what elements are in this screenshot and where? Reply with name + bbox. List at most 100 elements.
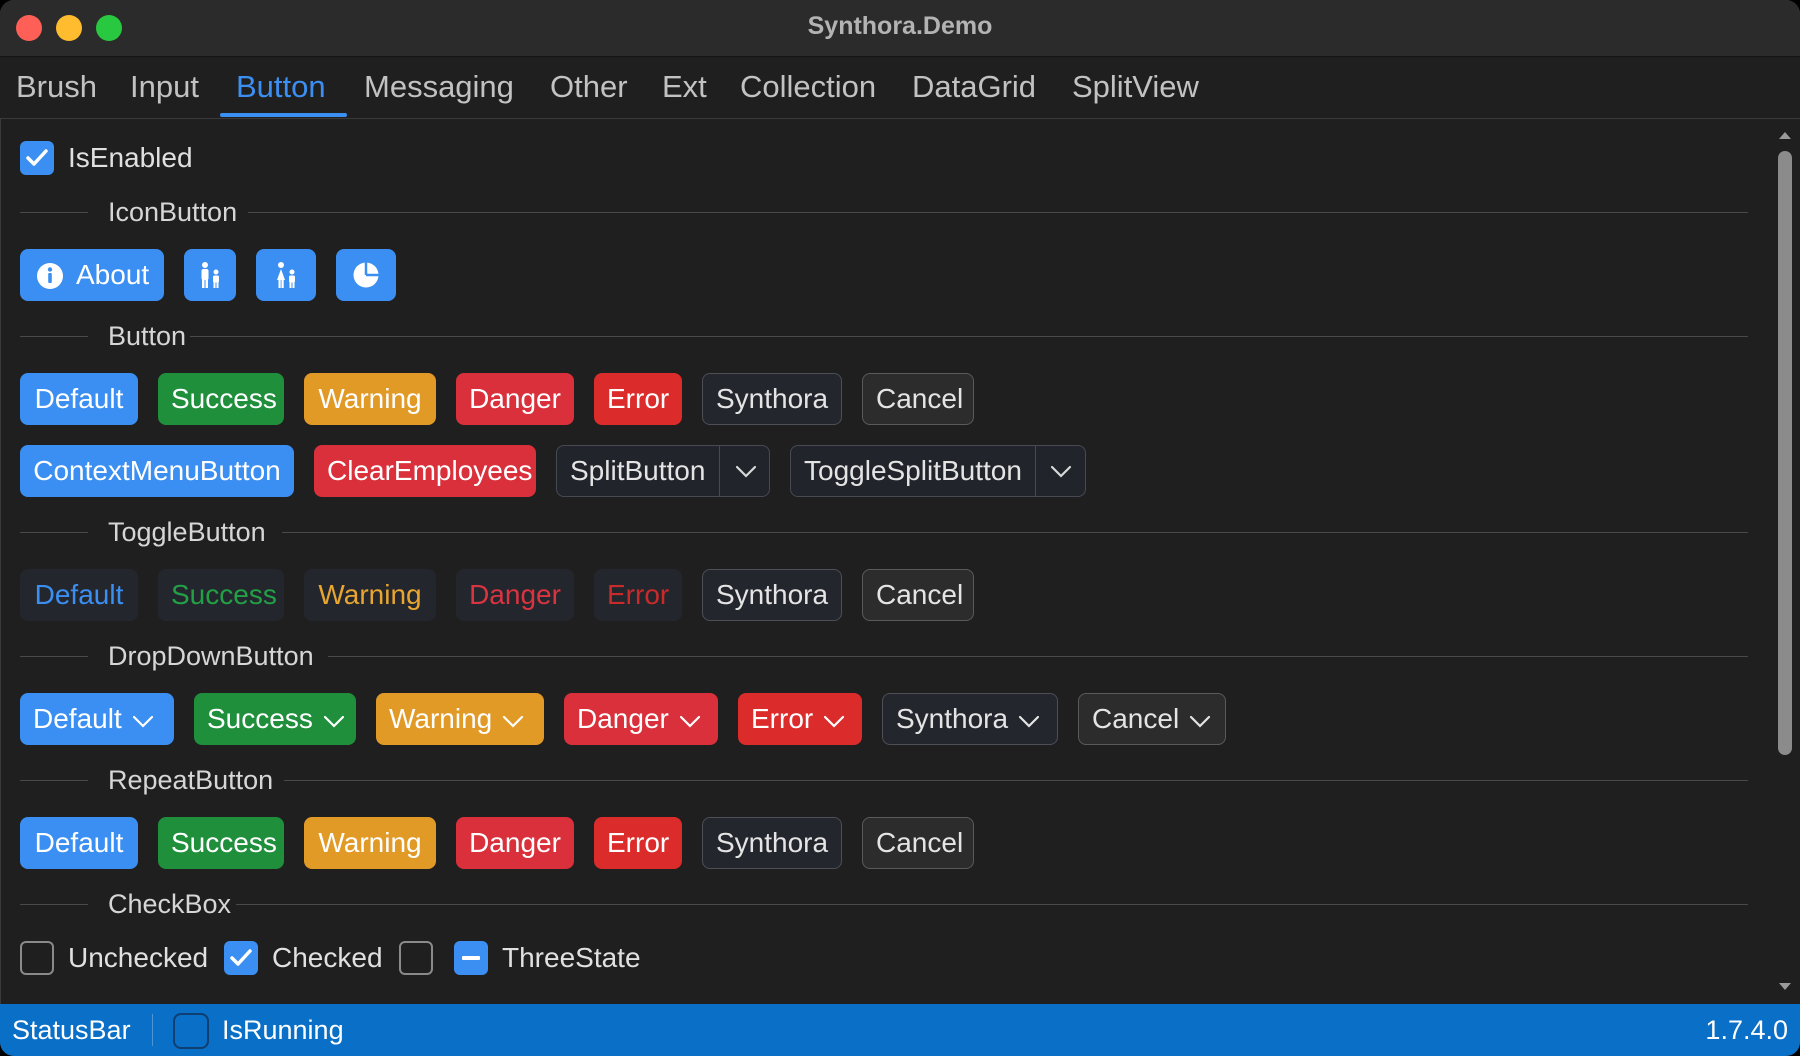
threestate-label: ThreeState [502,942,641,973]
repeat-danger-button[interactable]: Danger [456,817,574,869]
section-title: RepeatButton [108,765,274,795]
section-header-button: Button [20,321,1748,351]
repeat-success-button[interactable]: Success [158,817,284,869]
family-icon-button[interactable] [184,249,236,301]
chevron-down-icon [503,715,524,728]
tab-button[interactable]: Button [236,67,326,117]
toggle-success-button[interactable]: Success [158,569,284,621]
indeterminate-icon [462,956,480,960]
repeat-cancel-button[interactable]: Cancel [862,817,974,869]
dropdown-warning-button[interactable]: Warning [376,693,544,745]
toggle-error-button[interactable]: Error [594,569,682,621]
dropdown-label: Danger [577,703,669,734]
toggle-cancel-button[interactable]: Cancel [862,569,974,621]
section-title: DropDownButton [108,641,314,671]
checked-checkbox[interactable] [224,941,258,975]
family-alt-icon-button[interactable] [256,249,316,301]
chevron-down-icon [132,715,153,728]
repeat-warning-button[interactable]: Warning [304,817,436,869]
unchecked-checkbox[interactable] [20,941,54,975]
default-button[interactable]: Default [20,373,138,425]
dropdown-label: Error [751,703,814,734]
version-label: 1.7.4.0 [1705,1015,1788,1045]
dropdown-error-button[interactable]: Error [738,693,862,745]
button-page-content: IsEnabled IconButton About Button Defaul… [0,119,1768,1004]
chevron-down-icon [824,715,845,728]
unlabeled-checkbox[interactable] [399,941,433,975]
tab-messaging[interactable]: Messaging [364,67,514,117]
dropdown-label: Cancel [1092,703,1180,734]
split-button[interactable]: SplitButton [556,445,770,497]
chevron-down-icon[interactable] [1048,459,1074,483]
toggle-default-button[interactable]: Default [20,569,138,621]
chevron-down-icon[interactable] [733,459,759,483]
section-header-iconbutton: IconButton [20,197,1748,227]
split-button-label: SplitButton [570,455,706,486]
danger-button[interactable]: Danger [456,373,574,425]
repeat-default-button[interactable]: Default [20,817,138,869]
section-header-checkbox: CheckBox [20,889,1748,919]
window-title: Synthora.Demo [807,12,993,40]
about-button[interactable]: About [20,249,164,301]
status-bar: StatusBar IsRunning 1.7.4.0 [0,1004,1800,1056]
about-label: About [76,259,150,290]
repeat-error-button[interactable]: Error [594,817,682,869]
status-bar-label: StatusBar [12,1015,131,1045]
dropdown-default-button[interactable]: Default [20,693,174,745]
chevron-down-icon [1018,715,1040,728]
toggle-synthora-button[interactable]: Synthora [702,569,842,621]
tab-datagrid[interactable]: DataGrid [912,67,1036,117]
section-header-repeatbutton: RepeatButton [20,765,1748,795]
tab-input[interactable]: Input [130,67,199,117]
active-tab-indicator [220,113,347,117]
pie-chart-icon-button[interactable] [336,249,396,301]
tab-brush[interactable]: Brush [16,67,97,117]
checkmark-icon [26,149,48,166]
vertical-scrollbar[interactable] [1768,119,1800,1004]
synthora-button[interactable]: Synthora [702,373,842,425]
toggle-danger-button[interactable]: Danger [456,569,574,621]
dropdown-danger-button[interactable]: Danger [564,693,718,745]
toggle-warning-button[interactable]: Warning [304,569,436,621]
dropdown-success-button[interactable]: Success [194,693,356,745]
tab-collection[interactable]: Collection [740,67,876,117]
cancel-button[interactable]: Cancel [862,373,974,425]
section-header-togglebutton: ToggleButton [20,517,1748,547]
chevron-down-icon [323,715,344,728]
toggle-split-button[interactable]: ToggleSplitButton [790,445,1086,497]
is-enabled-checkbox[interactable] [20,141,54,175]
tab-splitview[interactable]: SplitView [1072,67,1199,117]
warning-button[interactable]: Warning [304,373,436,425]
scroll-up-icon[interactable] [1777,129,1793,141]
scroll-down-icon[interactable] [1777,981,1793,993]
toggle-split-button-label: ToggleSplitButton [804,455,1022,486]
tab-other[interactable]: Other [550,67,628,117]
dropdown-label: Default [33,703,122,734]
dropdown-cancel-button[interactable]: Cancel [1078,693,1226,745]
unchecked-label: Unchecked [68,942,209,973]
info-icon [37,263,63,289]
error-button[interactable]: Error [594,373,682,425]
section-title: ToggleButton [108,517,266,547]
scrollbar-thumb[interactable] [1778,151,1792,755]
clear-employees-button[interactable]: ClearEmployees [314,445,536,497]
chevron-down-icon [1190,715,1211,728]
next-section-peek [108,995,238,1004]
family-icon [201,262,219,288]
dropdown-synthora-button[interactable]: Synthora [882,693,1058,745]
threestate-checkbox[interactable] [454,941,488,975]
repeat-synthora-button[interactable]: Synthora [702,817,842,869]
dropdown-label: Warning [389,703,493,734]
is-running-checkbox[interactable] [173,1013,209,1049]
checked-label: Checked [272,942,383,973]
title-bar: Synthora.Demo [0,0,1800,57]
family-alt-icon [277,262,295,288]
tab-bar: Brush Input Button Messaging Other Ext C… [0,57,1800,119]
tab-ext[interactable]: Ext [662,67,707,117]
dropdown-label: Synthora [896,703,1009,734]
section-title: IconButton [108,197,238,227]
app-window: Synthora.Demo Brush Input Button Messagi… [0,0,1800,1056]
context-menu-button[interactable]: ContextMenuButton [20,445,294,497]
success-button[interactable]: Success [158,373,284,425]
is-enabled-label: IsEnabled [68,142,193,173]
